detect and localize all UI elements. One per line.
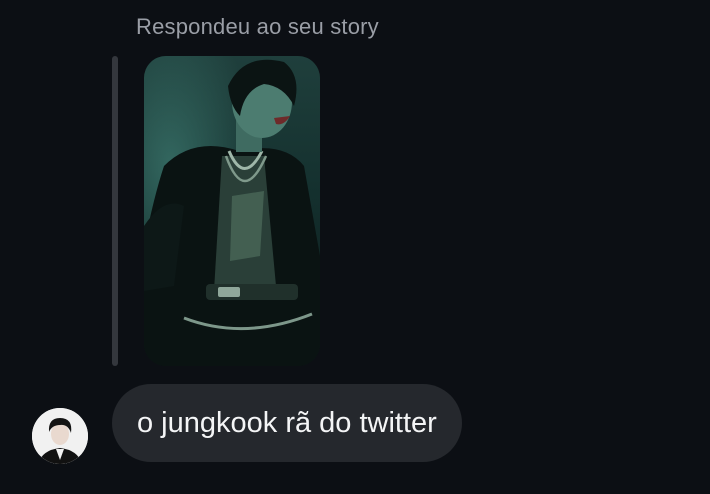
message-text: o jungkook rã do twitter xyxy=(137,406,437,439)
message-bubble[interactable]: o jungkook rã do twitter xyxy=(112,384,462,462)
profile-photo-icon xyxy=(32,408,88,464)
quote-bar xyxy=(112,56,118,366)
story-thumbnail[interactable] xyxy=(144,56,320,366)
story-photo-icon xyxy=(144,56,320,366)
story-reply-label: Respondeu ao seu story xyxy=(136,14,379,39)
sender-avatar[interactable] xyxy=(32,408,88,464)
